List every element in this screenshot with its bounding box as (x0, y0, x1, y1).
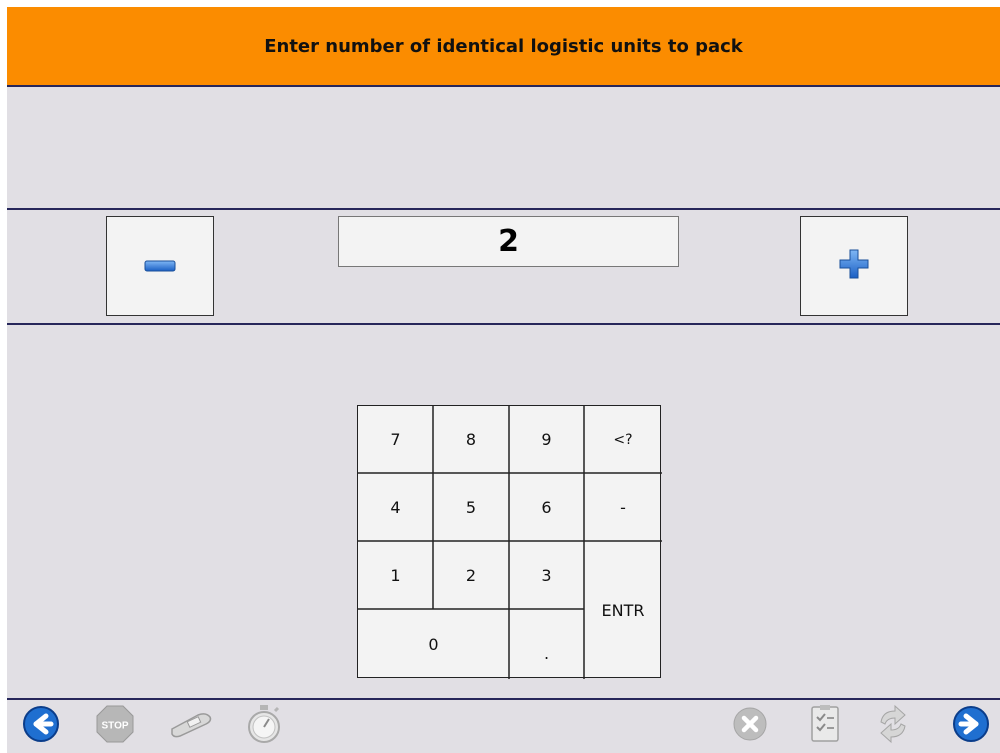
key-enter[interactable]: ENTR (584, 541, 662, 679)
stop-label: STOP (101, 721, 128, 732)
minus-icon (144, 257, 176, 276)
key-backspace[interactable]: <? (584, 406, 662, 473)
key-8[interactable]: 8 (433, 406, 509, 473)
numeric-keypad: 7 8 9 <? 4 5 6 - 1 2 3 ENTR 0 . (357, 405, 662, 679)
key-7[interactable]: 7 (358, 406, 433, 473)
key-dot[interactable]: . (509, 609, 584, 679)
forward-arrow-icon[interactable] (951, 704, 991, 744)
page-title: Enter number of identical logistic units… (264, 35, 743, 57)
stopwatch-icon[interactable] (244, 704, 284, 744)
key-6[interactable]: 6 (509, 473, 584, 541)
divider-bottom (7, 323, 1000, 325)
key-1[interactable]: 1 (358, 541, 433, 609)
key-2[interactable]: 2 (433, 541, 509, 609)
quantity-field[interactable]: 2 (338, 216, 679, 267)
stop-icon[interactable]: STOP (95, 704, 135, 744)
checklist-icon[interactable] (805, 704, 845, 744)
bottom-toolbar: STOP (7, 698, 1000, 753)
scanner-icon[interactable] (167, 704, 215, 744)
key-minus[interactable]: - (584, 473, 662, 541)
refresh-icon[interactable] (873, 704, 913, 744)
divider-top (7, 208, 1000, 210)
back-arrow-icon[interactable] (21, 704, 61, 744)
increment-button[interactable] (800, 216, 908, 316)
header-bar: Enter number of identical logistic units… (7, 7, 1000, 87)
cancel-icon[interactable] (730, 704, 770, 744)
plus-icon (838, 248, 870, 284)
app-frame: Enter number of identical logistic units… (7, 7, 1000, 753)
key-5[interactable]: 5 (433, 473, 509, 541)
decrement-button[interactable] (106, 216, 214, 316)
key-3[interactable]: 3 (509, 541, 584, 609)
key-4[interactable]: 4 (358, 473, 433, 541)
key-9[interactable]: 9 (509, 406, 584, 473)
quantity-value: 2 (498, 224, 519, 259)
key-0[interactable]: 0 (358, 609, 509, 679)
